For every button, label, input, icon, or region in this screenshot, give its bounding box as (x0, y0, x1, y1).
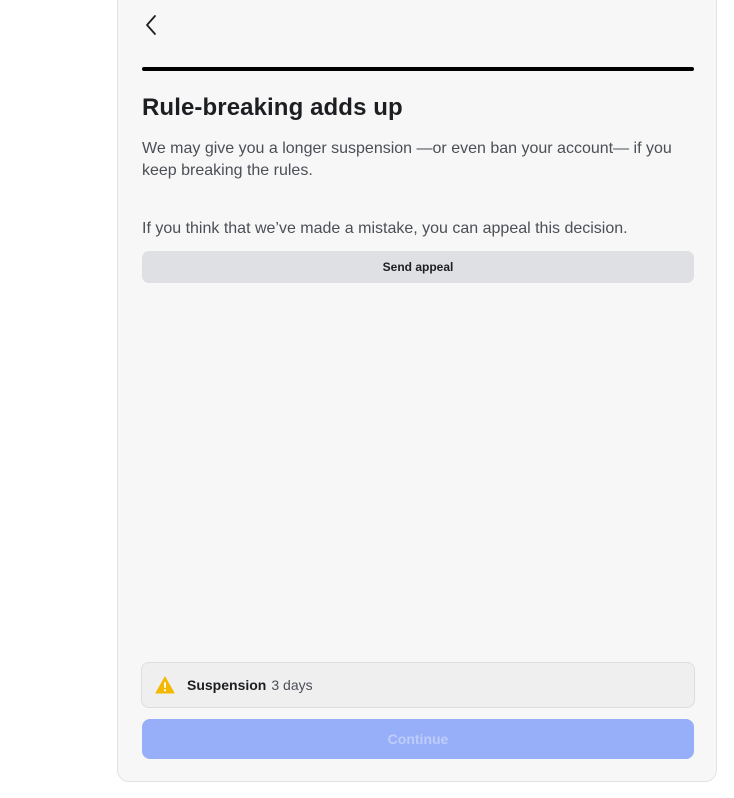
page-title: Rule-breaking adds up (142, 94, 403, 121)
suspension-label: Suspension (187, 677, 267, 693)
description-text: We may give you a longer suspension —or … (142, 140, 672, 179)
back-button[interactable] (137, 12, 165, 42)
send-appeal-button[interactable]: Send appeal (142, 251, 694, 283)
suspension-duration: 3 days (271, 677, 313, 693)
suspension-notice: Suspension 3 days (141, 662, 695, 708)
progress-bar (142, 67, 694, 71)
appeal-prompt-text: If you think that we’ve made a mistake, … (142, 220, 628, 237)
chevron-left-icon (144, 14, 158, 41)
warning-icon (155, 676, 175, 694)
continue-button[interactable]: Continue (142, 719, 694, 759)
